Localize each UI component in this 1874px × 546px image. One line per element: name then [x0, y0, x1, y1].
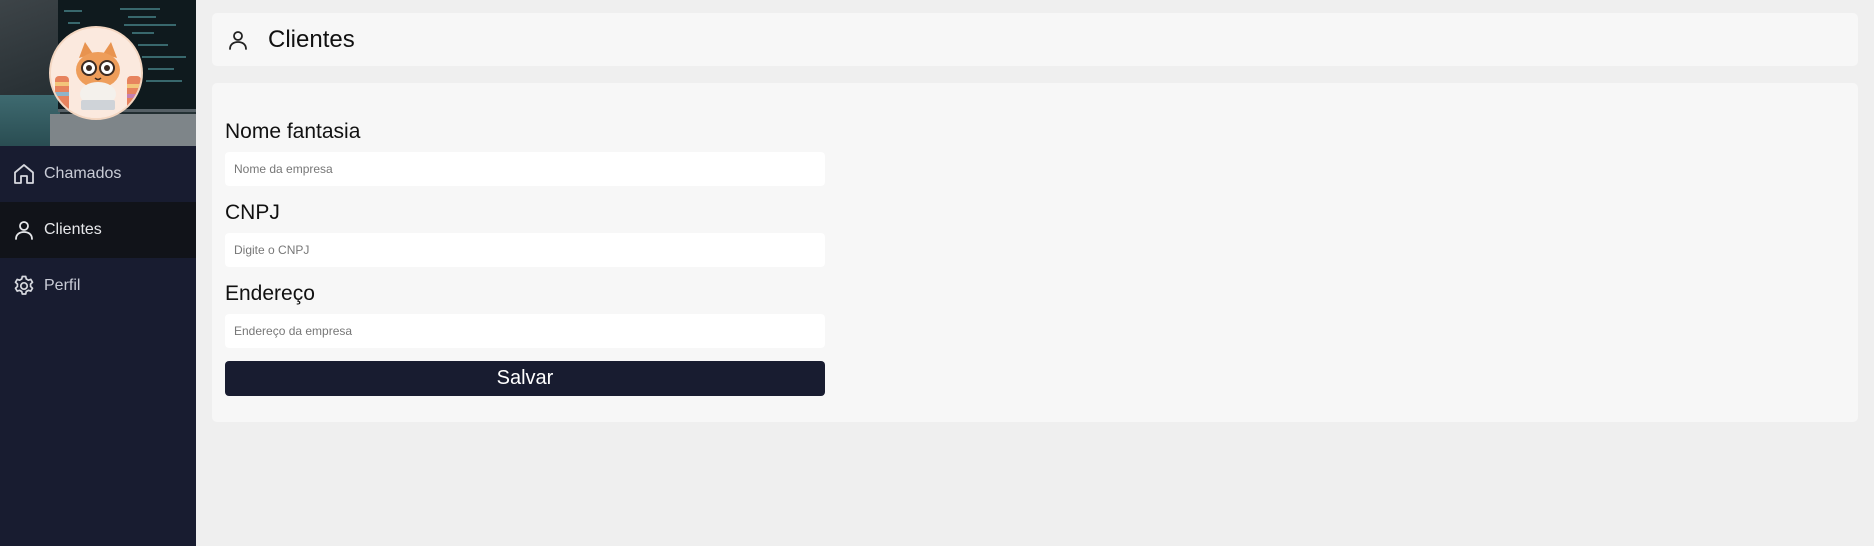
sidebar-item-label: Chamados	[44, 165, 122, 182]
endereco-input[interactable]	[225, 314, 825, 348]
nome-fantasia-label: Nome fantasia	[225, 120, 361, 143]
sidebar-item-label: Perfil	[44, 277, 81, 294]
sidebar-item-perfil[interactable]: Perfil	[0, 258, 196, 314]
page-title: Clientes	[268, 25, 355, 53]
cnpj-input[interactable]	[225, 233, 825, 267]
cat-avatar-icon	[51, 28, 141, 118]
sidebar-item-chamados[interactable]: Chamados	[0, 146, 196, 202]
sidebar-item-clientes[interactable]: Clientes	[0, 202, 196, 258]
home-icon	[12, 162, 36, 186]
nome-fantasia-input[interactable]	[225, 152, 825, 186]
page-header: Clientes	[212, 13, 1858, 66]
cnpj-label: CNPJ	[225, 201, 280, 224]
user-icon	[226, 28, 250, 52]
avatar	[49, 26, 143, 120]
user-icon	[12, 218, 36, 242]
sidebar-nav: Chamados Clientes Perfil	[0, 146, 196, 314]
save-button[interactable]: Salvar	[225, 361, 825, 396]
sidebar: Chamados Clientes Perfil	[0, 0, 196, 546]
sidebar-banner	[0, 0, 196, 146]
gear-icon	[12, 274, 36, 298]
client-form: Nome fantasia CNPJ Endereço Salvar	[212, 83, 1858, 422]
endereco-label: Endereço	[225, 282, 315, 305]
sidebar-item-label: Clientes	[44, 221, 102, 238]
main-content: Clientes Nome fantasia CNPJ Endereço Sal…	[196, 0, 1874, 546]
banner-laptop-keyboard	[50, 114, 196, 146]
